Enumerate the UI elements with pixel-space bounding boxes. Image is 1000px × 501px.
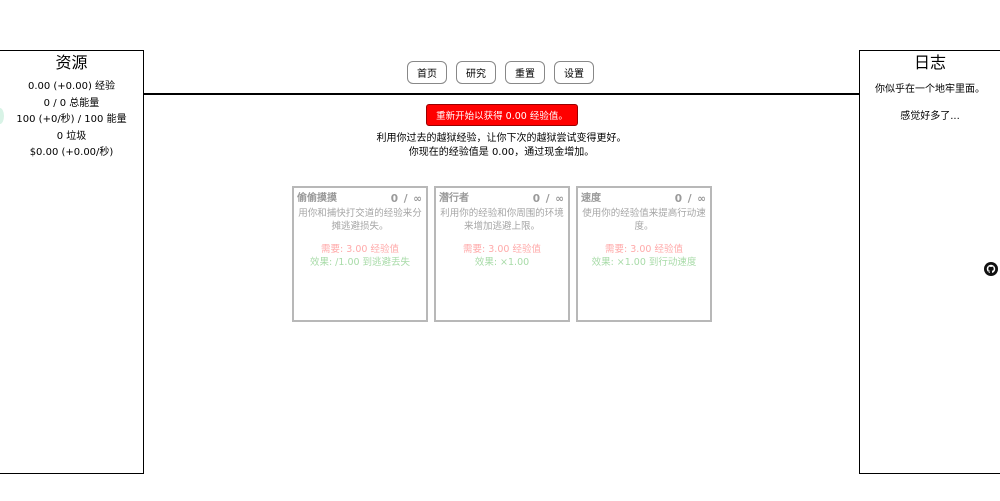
resources-panel: 资源 0.00 (+0.00) 经验 0 / 0 总能量 100 (+0/秒) …	[0, 50, 144, 474]
upgrade-name: 潜行者	[439, 193, 469, 204]
total-energy: 0 / 0 总能量	[43, 97, 100, 109]
prestige-info: 利用你过去的越狱经验，让你下次的越狱尝试变得更好。 你现在的经验值是 0.00，…	[144, 132, 859, 160]
log-entry: 感觉好多了...	[900, 111, 960, 122]
nav-divider	[144, 93, 859, 95]
upgrade-name: 偷偷摸摸	[297, 193, 337, 204]
upgrade-header: 速度 0 / ∞	[581, 192, 707, 206]
money-amount: $0.00 (+0.00/秒)	[29, 147, 114, 158]
experience-amount: 0.00 (+0.00) 经验	[27, 81, 116, 92]
log-panel: 日志 你似乎在一个地牢里面。 感觉好多了...	[859, 50, 1000, 474]
game-page: 资源 0.00 (+0.00) 经验 0 / 0 总能量 100 (+0/秒) …	[0, 0, 1000, 501]
upgrade-cost: 需要: 3.00 经验值	[321, 244, 399, 255]
junk-amount: 0 垃圾	[56, 130, 87, 142]
upgrade-header: 潜行者 0 / ∞	[439, 192, 565, 206]
upgrade-level: 0 / ∞	[674, 193, 707, 205]
upgrade-effect: 效果: ×1.00 到行动速度	[591, 257, 697, 268]
upgrade-cost: 需要: 3.00 经验值	[463, 244, 541, 255]
upgrade-header: 偷偷摸摸 0 / ∞	[297, 192, 423, 206]
prestige-info-line: 利用你过去的越狱经验，让你下次的越狱尝试变得更好。	[376, 133, 627, 144]
energy-amount: 100 (+0/秒) / 100 能量	[16, 114, 127, 125]
upgrade-effect: 效果: ×1.00	[474, 257, 530, 268]
main-nav: 首页 研究 重置 设置	[407, 61, 594, 84]
upgrade-effect: 效果: /1.00 到逃避丢失	[309, 257, 411, 268]
upgrade-card-speed[interactable]: 速度 0 / ∞ 使用你的经验值来提高行动速度。 需要: 3.00 经验值 效果…	[576, 186, 712, 322]
upgrade-description: 利用你的经验和你周围的环境来增加逃避上限。	[440, 208, 564, 232]
github-icon[interactable]	[984, 262, 998, 276]
upgrade-cost: 需要: 3.00 经验值	[605, 244, 683, 255]
upgrade-description: 用你和捕快打交道的经验来分摊逃避损失。	[298, 208, 422, 232]
experience-status-line: 你现在的经验值是 0.00，通过现金增加。	[408, 147, 595, 158]
home-button[interactable]: 首页	[407, 61, 447, 84]
upgrade-description: 使用你的经验值来提高行动速度。	[582, 208, 706, 232]
research-button[interactable]: 研究	[456, 61, 496, 84]
resources-list: 0.00 (+0.00) 经验 0 / 0 总能量 100 (+0/秒) / 1…	[0, 79, 143, 162]
resources-title: 资源	[55, 53, 88, 72]
upgrade-name: 速度	[581, 193, 601, 204]
reset-button[interactable]: 重置	[505, 61, 545, 84]
prestige-button[interactable]: 重新开始以获得 0.00 经验值。	[426, 104, 578, 126]
upgrade-level: 0 / ∞	[532, 193, 565, 205]
log-list: 你似乎在一个地牢里面。 感觉好多了...	[860, 83, 1000, 124]
upgrade-cards: 偷偷摸摸 0 / ∞ 用你和捕快打交道的经验来分摊逃避损失。 需要: 3.00 …	[292, 186, 712, 322]
log-entry: 你似乎在一个地牢里面。	[875, 84, 985, 95]
upgrade-card-lurker[interactable]: 潜行者 0 / ∞ 利用你的经验和你周围的环境来增加逃避上限。 需要: 3.00…	[434, 186, 570, 322]
upgrade-level: 0 / ∞	[390, 193, 423, 205]
upgrade-card-sneaky[interactable]: 偷偷摸摸 0 / ∞ 用你和捕快打交道的经验来分摊逃避损失。 需要: 3.00 …	[292, 186, 428, 322]
log-title: 日志	[913, 53, 946, 72]
settings-button[interactable]: 设置	[554, 61, 594, 84]
